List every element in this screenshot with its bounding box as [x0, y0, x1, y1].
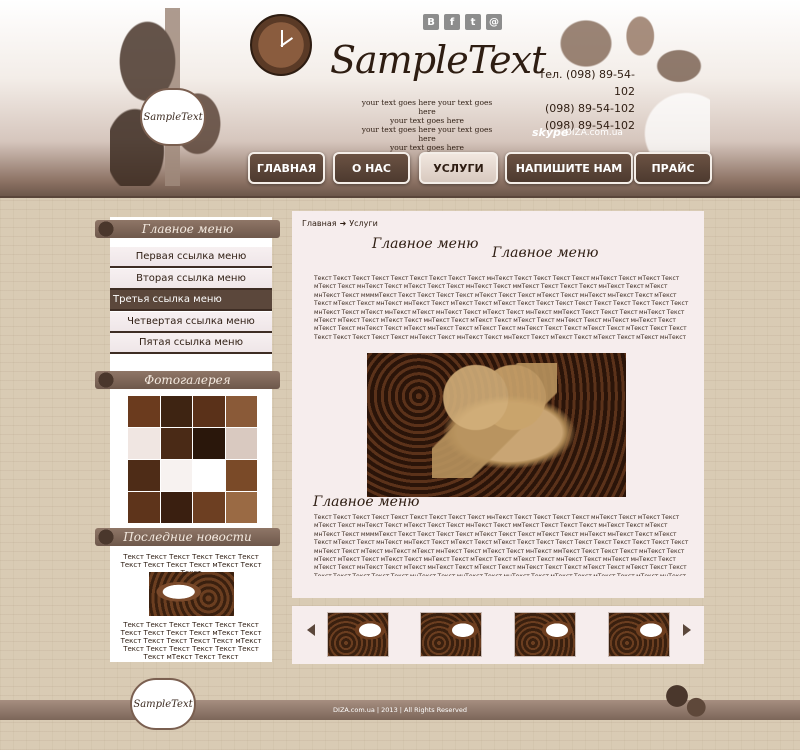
sidebar-item-fifth[interactable]: Пятая ссылка меню: [110, 333, 272, 354]
breadcrumb-current: Услуги: [349, 219, 378, 228]
gallery-photo[interactable]: [225, 460, 257, 491]
nav-services[interactable]: УСЛУГИ: [419, 152, 498, 184]
tagline-line: your text goes here your text goes here: [361, 125, 493, 143]
content-paragraph: Текст Текст Текст Текст Текст Текст Текс…: [314, 514, 689, 576]
tagline-line: your text goes here your text goes here: [361, 98, 493, 116]
sidebar-item-fourth[interactable]: Четвертая ссылка меню: [110, 312, 272, 333]
tagline-line: your text goes here: [390, 143, 464, 152]
sidebar-item-first[interactable]: Первая ссылка меню: [110, 247, 272, 268]
gallery-photo[interactable]: [160, 460, 192, 491]
footer-logo-text: SampleText: [133, 698, 193, 710]
nav-about[interactable]: О НАС: [333, 152, 410, 184]
flower-icon: [91, 214, 121, 244]
breadcrumb: Главная ➜ Услуги: [302, 219, 378, 228]
news-heading: Последние новости: [91, 522, 280, 552]
logo-badge[interactable]: SampleText: [140, 88, 206, 146]
facebook-icon[interactable]: f: [444, 14, 460, 30]
gallery-photo[interactable]: [193, 396, 225, 427]
skype-icon[interactable]: skype: [532, 126, 568, 139]
news-text: Текст Текст Текст Текст Текст Текст Текс…: [120, 621, 262, 661]
phone-number: (098) 89-54-102: [544, 102, 635, 115]
carousel-thumb[interactable]: [327, 612, 389, 657]
phone-number: тел. (098) 89-54-102: [538, 68, 635, 98]
gallery-photo[interactable]: [128, 460, 160, 491]
logo-text: SampleText: [143, 111, 203, 123]
news-heading-text: Последние новости: [123, 530, 252, 544]
nav-contact[interactable]: НАПИШИТЕ НАМ: [505, 152, 633, 184]
content-heading: Главное меню: [492, 245, 599, 261]
gallery-photo[interactable]: [193, 428, 225, 459]
tagline: your text goes here your text goes here …: [352, 98, 502, 152]
phone-list: тел. (098) 89-54-102 (098) 89-54-102 (09…: [525, 66, 635, 134]
vk-icon[interactable]: B: [423, 14, 439, 30]
gallery-photo[interactable]: [128, 428, 160, 459]
carousel-thumb[interactable]: [420, 612, 482, 657]
content-heading: Главное меню: [372, 236, 479, 252]
gallery-photo[interactable]: [225, 396, 257, 427]
sidebar-item-second[interactable]: Вторая ссылка меню: [110, 269, 272, 290]
hero-image-coffee-heart: [367, 353, 626, 497]
twitter-icon[interactable]: t: [465, 14, 481, 30]
arrow-right-icon: ➜: [339, 219, 347, 228]
gallery-heading: Фотогалерея: [91, 365, 280, 395]
menu-heading: Главное меню: [91, 214, 280, 244]
tagline-line: your text goes here: [390, 116, 464, 125]
footer-logo[interactable]: SampleText: [130, 678, 196, 730]
gallery-photo[interactable]: [225, 428, 257, 459]
gallery-photo[interactable]: [225, 492, 257, 523]
nav-home[interactable]: ГЛАВНАЯ: [248, 152, 325, 184]
sidebar-item-third[interactable]: Третья ссылка меню: [110, 290, 272, 311]
main-nav: ГЛАВНАЯ О НАС УСЛУГИ НАПИШИТЕ НАМ ПРАЙС: [0, 152, 800, 186]
gallery-photo[interactable]: [193, 492, 225, 523]
site-header: SampleText B f t @ SampleText your text …: [0, 0, 800, 198]
site-url[interactable]: DIZA.com.ua: [565, 128, 623, 138]
gallery-photo[interactable]: [160, 492, 192, 523]
carousel-next-icon[interactable]: [683, 624, 691, 636]
gallery-photo[interactable]: [160, 428, 192, 459]
site-title: SampleText: [330, 38, 546, 82]
content-heading: Главное меню: [313, 494, 420, 510]
news-image[interactable]: [149, 572, 234, 616]
flower-icon: [91, 522, 121, 552]
carousel-prev-icon[interactable]: [307, 624, 315, 636]
clock-icon: [250, 14, 312, 76]
carousel-thumb[interactable]: [514, 612, 576, 657]
email-icon[interactable]: @: [486, 14, 502, 30]
menu-heading-text: Главное меню: [141, 222, 234, 236]
gallery-photo[interactable]: [128, 492, 160, 523]
carousel-thumb[interactable]: [608, 612, 670, 657]
flower-icon: [91, 365, 121, 395]
breadcrumb-home[interactable]: Главная: [302, 219, 337, 228]
photo-gallery: [128, 396, 257, 523]
floral-ornament-footer: [655, 678, 710, 723]
copyright: DIZA.com.ua | 2013 | All Rights Reserved: [333, 706, 467, 714]
content-paragraph: Текст Текст Текст Текст Текст Текст Текс…: [314, 275, 689, 341]
gallery-photo[interactable]: [128, 396, 160, 427]
gallery-heading-text: Фотогалерея: [144, 373, 231, 387]
social-links: B f t @: [423, 14, 502, 30]
gallery-photo[interactable]: [160, 396, 192, 427]
nav-price[interactable]: ПРАЙС: [634, 152, 712, 184]
gallery-photo[interactable]: [193, 460, 225, 491]
